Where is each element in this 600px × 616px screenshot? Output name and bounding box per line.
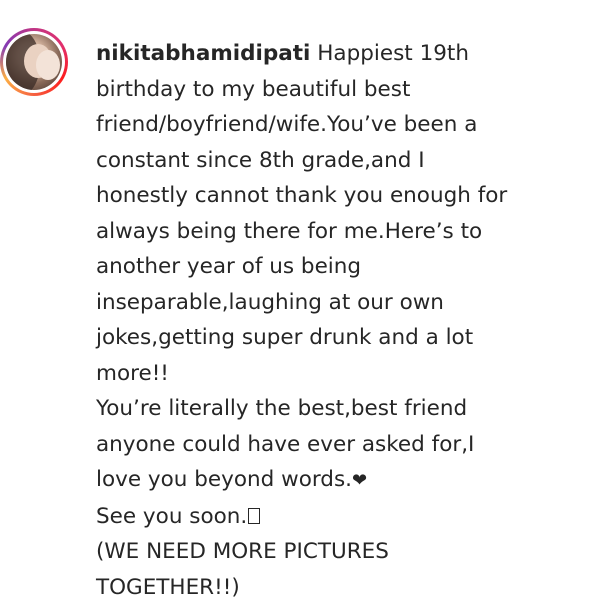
- avatar[interactable]: [6, 34, 62, 90]
- username-link[interactable]: nikitabhamidipati: [96, 41, 310, 66]
- caption-text: nikitabhamidipati Happiest 19th birthday…: [96, 41, 508, 600]
- missing-glyph-icon: [248, 507, 261, 524]
- heart-icon: ❤: [352, 470, 368, 491]
- avatar-story-ring[interactable]: [0, 28, 68, 96]
- instagram-post-caption: nikitabhamidipati Happiest 19th birthday…: [0, 0, 600, 616]
